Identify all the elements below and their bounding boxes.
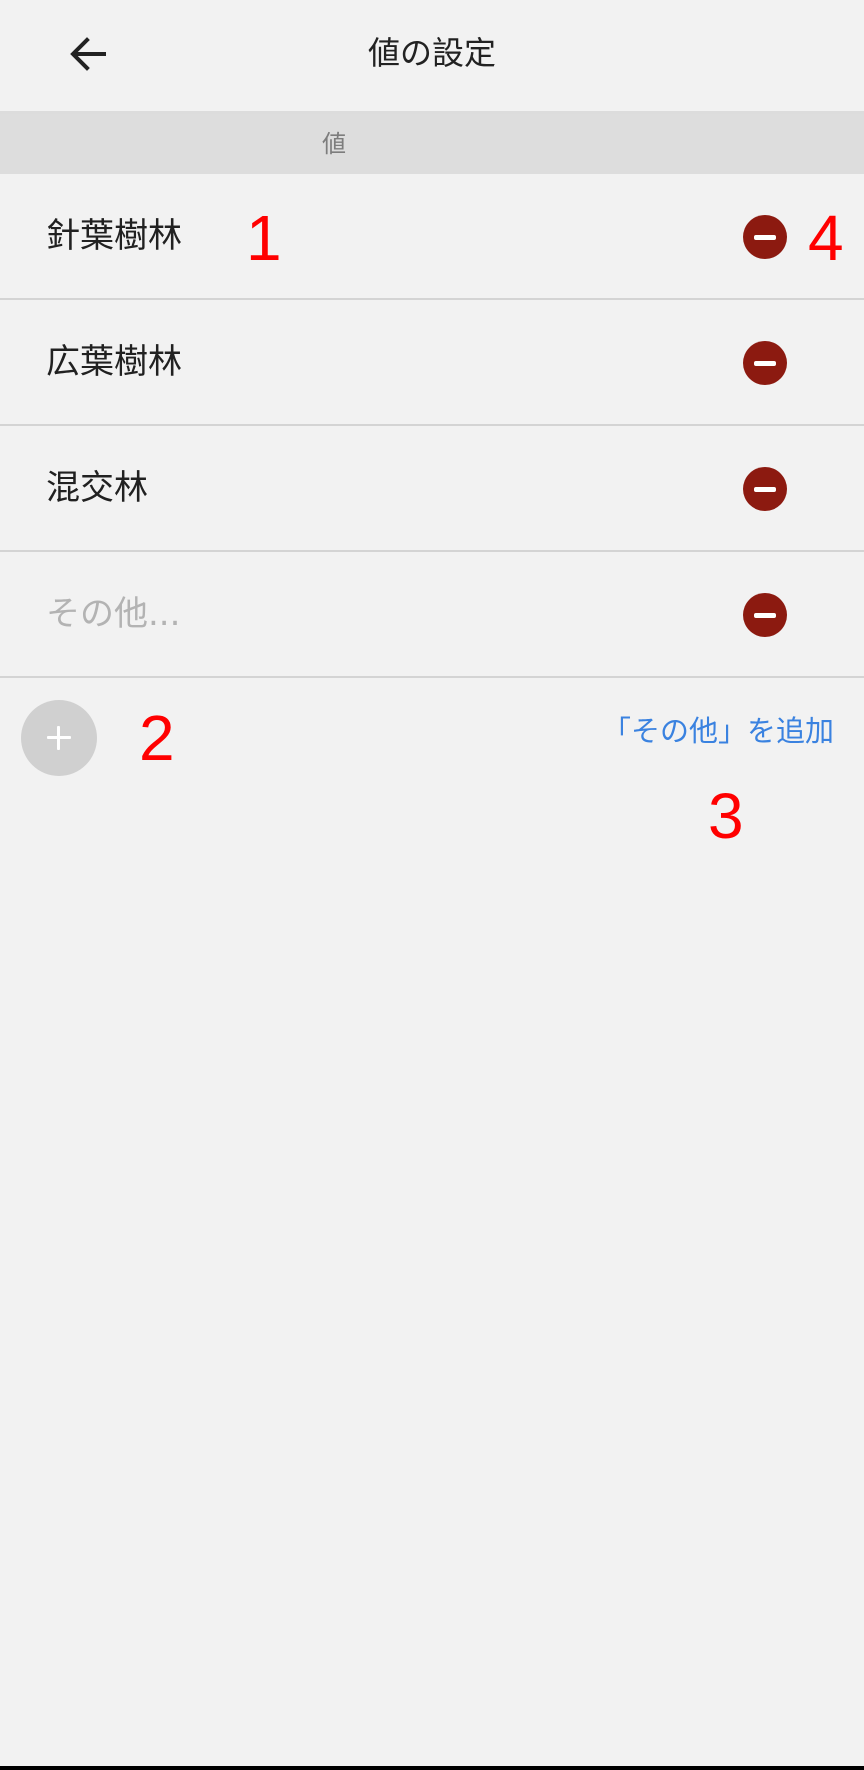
minus-circle-icon[interactable] bbox=[743, 593, 787, 637]
annotation-marker-3: 3 bbox=[708, 780, 744, 852]
other-value-row[interactable]: その他... bbox=[0, 552, 864, 678]
app-header: 値の設定 bbox=[0, 0, 864, 114]
section-header: 値 bbox=[0, 114, 864, 174]
other-value-input[interactable]: その他... bbox=[46, 552, 180, 676]
value-row[interactable]: 広葉樹林 bbox=[0, 300, 864, 426]
annotation-marker-1: 1 bbox=[246, 202, 282, 274]
value-row[interactable]: 針葉樹林 bbox=[0, 174, 864, 300]
bottom-edge bbox=[0, 1766, 864, 1770]
annotation-marker-2: 2 bbox=[139, 702, 175, 774]
arrow-left-icon bbox=[70, 37, 106, 71]
section-label: 値 bbox=[322, 130, 346, 158]
value-text[interactable]: 広葉樹林 bbox=[46, 300, 182, 424]
value-text[interactable]: 混交林 bbox=[46, 426, 148, 550]
back-button[interactable] bbox=[58, 26, 118, 82]
annotation-marker-4: 4 bbox=[808, 202, 844, 274]
minus-circle-icon[interactable] bbox=[743, 341, 787, 385]
page-title: 値の設定 bbox=[367, 34, 496, 72]
add-other-link[interactable]: 「その他」を追加 bbox=[590, 706, 834, 756]
minus-circle-icon[interactable] bbox=[743, 467, 787, 511]
value-row[interactable]: 混交林 bbox=[0, 426, 864, 552]
plus-icon[interactable] bbox=[21, 700, 97, 776]
minus-circle-icon[interactable] bbox=[743, 215, 787, 259]
value-text[interactable]: 針葉樹林 bbox=[46, 174, 182, 298]
